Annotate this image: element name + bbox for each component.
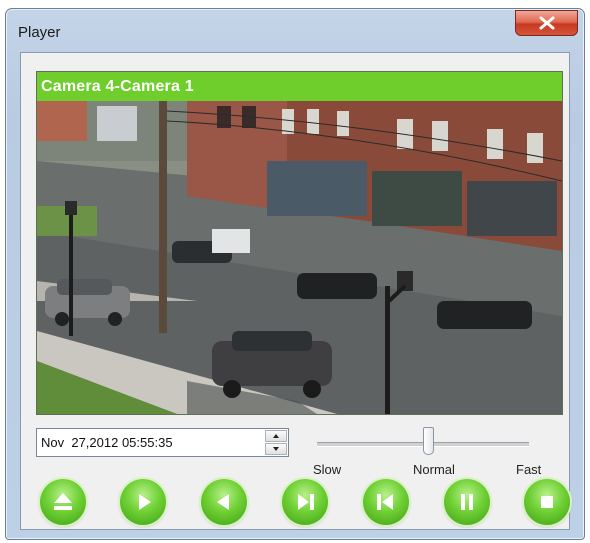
speed-label-fast: Fast	[516, 462, 542, 477]
reverse-play-button[interactable]	[201, 479, 247, 525]
step-forward-button[interactable]	[282, 479, 328, 525]
pause-button[interactable]	[444, 479, 490, 525]
step-backward-icon	[377, 494, 393, 510]
datetime-value: Nov 27,2012 05:55:35	[41, 435, 173, 450]
video-panel[interactable]: Camera 4-Camera 1	[36, 71, 563, 415]
camera-label: Camera 4-Camera 1	[37, 72, 562, 101]
datetime-spinner[interactable]	[265, 430, 287, 455]
reverse-play-icon	[217, 494, 229, 510]
player-client-area: Camera 4-Camera 1 Nov 27,2012 05:55:35 S…	[20, 52, 570, 530]
eject-icon	[54, 493, 72, 510]
speed-label-normal: Normal	[413, 462, 455, 477]
play-icon	[139, 494, 151, 510]
step-forward-icon	[298, 494, 314, 510]
close-icon	[539, 16, 555, 30]
player-window: Player Camera 4-Camera 1 Nov 27,2012 05:…	[5, 8, 585, 540]
spin-down-button[interactable]	[265, 443, 287, 455]
stop-icon	[541, 496, 553, 508]
step-backward-button[interactable]	[363, 479, 409, 525]
camera-feed-image	[37, 101, 562, 414]
play-button[interactable]	[120, 479, 166, 525]
speed-slider-thumb[interactable]	[423, 427, 434, 455]
close-button[interactable]	[515, 10, 578, 36]
speed-label-slow: Slow	[313, 462, 342, 477]
pause-icon	[461, 494, 473, 510]
stop-button[interactable]	[524, 479, 570, 525]
title-bar[interactable]: Player	[6, 9, 584, 51]
datetime-field[interactable]: Nov 27,2012 05:55:35	[36, 428, 289, 457]
spin-up-button[interactable]	[265, 430, 287, 442]
eject-button[interactable]	[40, 479, 86, 525]
window-title: Player	[18, 24, 61, 41]
